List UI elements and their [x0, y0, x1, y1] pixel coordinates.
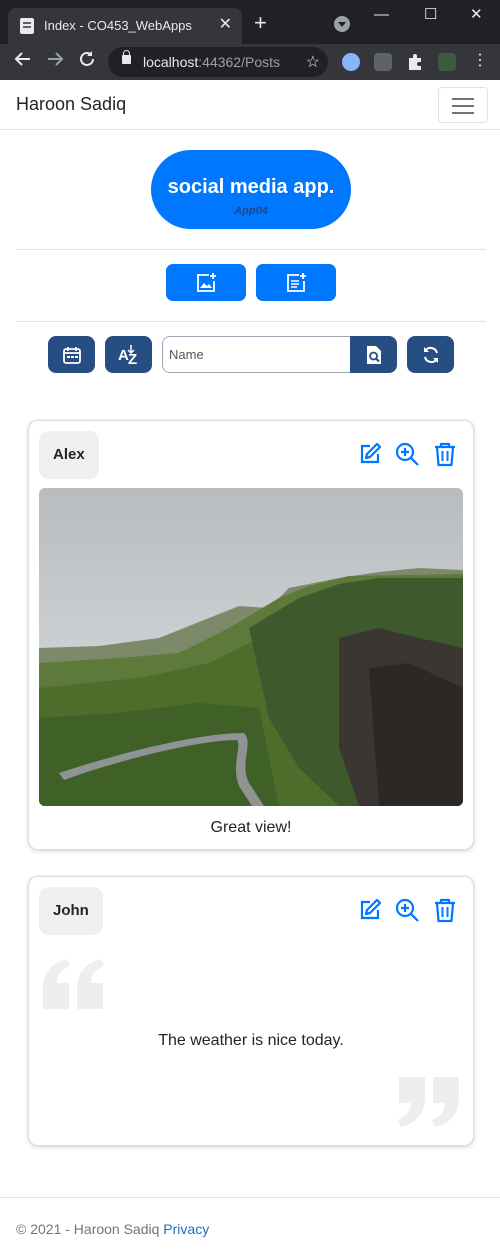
trash-icon — [435, 898, 455, 923]
divider — [16, 321, 486, 322]
search-button[interactable] — [350, 336, 397, 373]
url-text: localhost:44362/Posts — [143, 54, 280, 70]
new-tab-icon[interactable]: + — [254, 12, 267, 34]
navbar-toggle-button[interactable] — [438, 87, 488, 123]
hamburger-icon — [452, 98, 474, 100]
profile-avatar[interactable] — [438, 53, 456, 71]
browser-menu-icon[interactable]: ⋮ — [472, 53, 490, 71]
search-input[interactable] — [162, 336, 352, 373]
navbar-brand[interactable]: Haroon Sadiq — [16, 94, 126, 115]
add-message-button[interactable] — [256, 264, 336, 301]
post-photo — [39, 488, 463, 806]
copyright-text: © 2021 - Haroon Sadiq — [16, 1221, 160, 1237]
maximize-icon[interactable]: ☐ — [424, 6, 437, 24]
edit-post-button[interactable] — [357, 897, 383, 923]
post-card: John The weather is nice today. — [28, 876, 474, 1146]
sort-by-date-button[interactable] — [48, 336, 95, 373]
browser-tab-strip: Index - CO453_WebApps ✕ + — ☐ ✕ — [0, 0, 500, 44]
site-footer: © 2021 - Haroon Sadiq Privacy — [0, 1197, 500, 1258]
privacy-link[interactable]: Privacy — [163, 1221, 209, 1237]
divider — [16, 249, 486, 250]
tab-close-icon[interactable]: ✕ — [219, 16, 232, 34]
zoom-in-icon — [395, 442, 419, 466]
view-post-button[interactable] — [394, 897, 420, 923]
close-quote-icon — [395, 1075, 461, 1132]
zoom-in-icon — [395, 898, 419, 922]
lock-icon — [122, 50, 131, 64]
post-caption: Great view! — [210, 819, 292, 836]
address-bar[interactable]: localhost:44362/Posts ☆ — [108, 47, 328, 77]
browser-tab[interactable]: Index - CO453_WebApps ✕ — [8, 8, 242, 44]
search-group — [162, 336, 397, 373]
extension-search-icon[interactable] — [342, 53, 360, 71]
footer-text: © 2021 - Haroon Sadiq Privacy — [16, 1221, 209, 1237]
reload-icon[interactable] — [78, 50, 96, 73]
app-logo: social media app. App04 — [151, 150, 351, 229]
add-photo-button[interactable] — [166, 264, 246, 301]
back-icon[interactable] — [14, 50, 32, 73]
sort-az-icon: A Z — [118, 344, 137, 366]
tab-title: Index - CO453_WebApps — [44, 18, 192, 33]
search-icon — [366, 345, 381, 364]
tab-search-icon[interactable] — [334, 16, 350, 32]
refresh-icon — [423, 346, 438, 363]
site-navbar: Haroon Sadiq — [0, 80, 500, 130]
edit-icon — [360, 898, 382, 920]
edit-icon — [360, 442, 382, 464]
svg-text:Z: Z — [128, 351, 137, 366]
view-post-button[interactable] — [394, 441, 420, 467]
forward-icon[interactable] — [46, 50, 64, 73]
calendar-icon — [62, 346, 81, 364]
logo-subtitle: App04 — [234, 205, 268, 217]
add-photo-icon — [197, 272, 216, 292]
post-message: The weather is nice today. — [158, 1032, 344, 1049]
page-favicon-icon — [20, 18, 34, 34]
browser-toolbar: localhost:44362/Posts ☆ ⋮ — [0, 44, 500, 80]
extensions-puzzle-icon[interactable] — [406, 53, 424, 71]
edit-post-button[interactable] — [357, 441, 383, 467]
trash-icon — [435, 442, 455, 467]
window-close-icon[interactable]: ✕ — [470, 6, 483, 24]
sort-by-name-button[interactable]: A Z — [105, 336, 152, 373]
minimize-icon[interactable]: — — [374, 6, 389, 24]
post-card: Alex Great view! — [28, 420, 474, 850]
post-author: Alex — [39, 431, 99, 479]
add-message-icon — [287, 272, 306, 292]
refresh-button[interactable] — [407, 336, 454, 373]
open-quote-icon — [41, 959, 107, 1016]
extension-box-icon[interactable] — [374, 53, 392, 71]
delete-post-button[interactable] — [432, 897, 458, 923]
delete-post-button[interactable] — [432, 441, 458, 467]
logo-title: social media app. — [167, 176, 335, 198]
bookmark-star-icon[interactable]: ☆ — [306, 52, 320, 72]
post-author: John — [39, 887, 103, 935]
